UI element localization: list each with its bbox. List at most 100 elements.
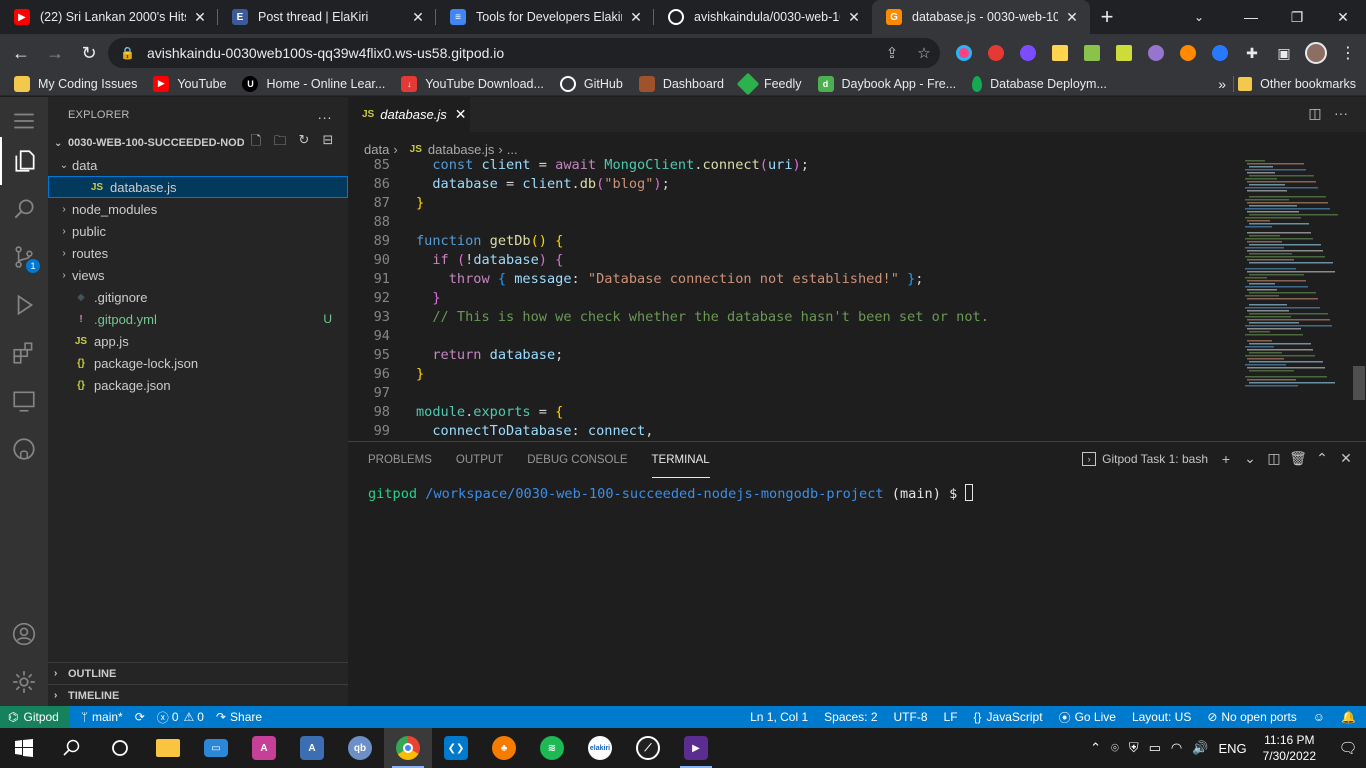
forward-button[interactable]: → [38,36,72,70]
close-icon[interactable]: ✕ [192,9,208,26]
tree-file[interactable]: ◆ .gitignore [48,286,348,308]
more-actions-icon[interactable]: ··· [1328,105,1354,122]
workspace-root[interactable]: ⌄ 0030-WEB-100-SUCCEEDED-NOD... 🗋 🗀 ↻ ⊟ [48,132,348,154]
scrollbar-thumb[interactable] [1353,366,1365,400]
outline-section[interactable]: › OUTLINE [48,662,348,684]
new-tab-button[interactable]: + [1090,0,1124,34]
split-editor-icon[interactable]: ◫ [1302,105,1328,122]
menu-icon[interactable]: ⋮ [1332,34,1364,72]
adblock-icon[interactable] [980,34,1012,72]
remote-indicator[interactable]: ⌬ Gitpod [0,706,69,728]
tree-folder[interactable]: ⌄ data [48,154,348,176]
breadcrumb-symbol[interactable]: ... [507,142,518,157]
extensions-icon[interactable] [0,329,48,377]
access-icon[interactable]: A [240,728,288,768]
battery-icon[interactable]: ▭ [1149,740,1161,756]
account-icon[interactable] [0,610,48,658]
minimap[interactable] [1241,156,1353,440]
gitpod-extension-icon[interactable] [1172,34,1204,72]
bookmark-item[interactable]: d Daybook App - Fre... [817,75,956,92]
address-bar[interactable]: 🔒 avishkaindu-0030web100s-qq39w4flix0.ws… [108,38,940,68]
terminal-selector[interactable]: › Gitpod Task 1: bash [1082,451,1208,466]
extension-icon[interactable] [1108,34,1140,72]
spotify-icon[interactable]: ≋ [528,728,576,768]
terminal-prompt[interactable]: gitpod /workspace/0030-web-100-succeeded… [368,484,974,502]
code-editor[interactable]: 85 const client = await MongoClient.conn… [348,156,1241,440]
breadcrumb-folder[interactable]: data [364,142,389,157]
bookmark-item[interactable]: GitHub [559,75,623,92]
vscode-icon[interactable]: ❮❯ [432,728,480,768]
refresh-icon[interactable]: ↻ [292,132,316,154]
extension-icon[interactable] [1140,34,1172,72]
search-icon[interactable] [0,185,48,233]
reload-button[interactable]: ↻ [72,36,106,70]
input-language[interactable]: ENG [1218,741,1246,756]
remote-desktop-icon[interactable]: ▭ [192,728,240,768]
run-debug-icon[interactable] [0,281,48,329]
other-bookmarks-folder[interactable]: Other bookmarks [1238,72,1356,96]
close-icon[interactable]: ✕ [1064,9,1080,26]
browser-tab-gitpod[interactable]: G database.js - 0030-web-100- ✕ [872,0,1090,34]
tree-file[interactable]: ! .gitpod.yml U [48,308,348,330]
close-icon[interactable]: ✕ [1334,450,1358,467]
go-live-button[interactable]: ⦿ Go Live [1059,709,1116,726]
tree-folder[interactable]: › views [48,264,348,286]
bookmark-item[interactable]: U Home - Online Lear... [242,75,385,92]
tree-file[interactable]: JS app.js [48,330,348,352]
share-button[interactable]: ↷ Share [216,710,262,724]
tree-file[interactable]: {} package.json [48,374,348,396]
split-terminal-icon[interactable]: ◫ [1262,450,1286,467]
tab-debug-console[interactable]: DEBUG CONSOLE [527,442,627,478]
ports-indicator[interactable]: ⊘ No open ports [1207,710,1296,724]
bookmark-star-icon[interactable]: ☆ [908,44,940,62]
tree-folder[interactable]: › node_modules [48,198,348,220]
maximize-panel-icon[interactable]: ⌃ [1310,450,1334,467]
tab-search-icon[interactable]: ⌄ [1182,0,1216,34]
extension-icon[interactable] [1204,34,1236,72]
close-window-button[interactable]: ✕ [1320,0,1366,34]
feedback-icon[interactable]: ☺ [1313,710,1325,724]
qbittorrent-icon[interactable]: qb [336,728,384,768]
tree-folder[interactable]: › public [48,220,348,242]
tab-output[interactable]: OUTPUT [456,442,503,478]
file-explorer-icon[interactable] [144,728,192,768]
new-file-icon[interactable]: 🗋 [244,132,268,154]
explorer-icon[interactable] [0,137,48,185]
cortana-icon[interactable] [96,728,144,768]
sync-icon[interactable]: ⟳ [135,710,145,724]
elakiri-icon[interactable]: elakiri [576,728,624,768]
close-icon[interactable]: ✕ [846,9,862,26]
bookmark-item[interactable]: Feedly [736,72,802,95]
tab-problems[interactable]: PROBLEMS [368,442,432,478]
bell-icon[interactable]: 🔔 [1341,710,1356,724]
extension-icon[interactable] [1012,34,1044,72]
extension-icon[interactable] [948,34,980,72]
browser-tab-github[interactable]: avishkaindula/0030-web-100 ✕ [654,0,872,34]
remote-explorer-icon[interactable] [0,377,48,425]
recorder-icon[interactable]: ⟋ [624,728,672,768]
restore-button[interactable]: ❐ [1274,0,1320,34]
bookmark-item[interactable]: My Coding Issues [14,75,137,92]
collapse-all-icon[interactable]: ⊟ [316,132,340,154]
ime-icon[interactable]: A [288,728,336,768]
browser-tab-elakiri[interactable]: E Post thread | ElaKiri ✕ [218,0,436,34]
minimize-button[interactable]: — [1228,0,1274,34]
bookmark-item[interactable]: Database Deploym... [972,75,1107,92]
language-mode[interactable]: {} JavaScript [974,710,1043,724]
volume-icon[interactable]: 🔊 [1192,740,1208,756]
close-icon[interactable]: ✕ [455,106,467,123]
more-actions-icon[interactable]: ··· [317,109,332,125]
side-panel-icon[interactable]: ▣ [1268,34,1300,72]
encoding[interactable]: UTF-8 [894,710,928,724]
visual-studio-icon[interactable]: ▶ [672,728,720,768]
browser-tab-youtube[interactable]: ▶ (22) Sri Lankan 2000's Hits M ✕ [0,0,218,34]
source-control-icon[interactable]: 1 [0,233,48,281]
branch-indicator[interactable]: ᛘ main* [81,710,123,724]
github-icon[interactable] [0,425,48,473]
tree-folder[interactable]: › routes [48,242,348,264]
new-folder-icon[interactable]: 🗀 [268,132,292,154]
notifications-icon[interactable]: 🗨 [1330,739,1366,757]
search-icon[interactable] [48,728,96,768]
start-icon[interactable] [0,728,48,768]
gear-icon[interactable] [0,658,48,706]
